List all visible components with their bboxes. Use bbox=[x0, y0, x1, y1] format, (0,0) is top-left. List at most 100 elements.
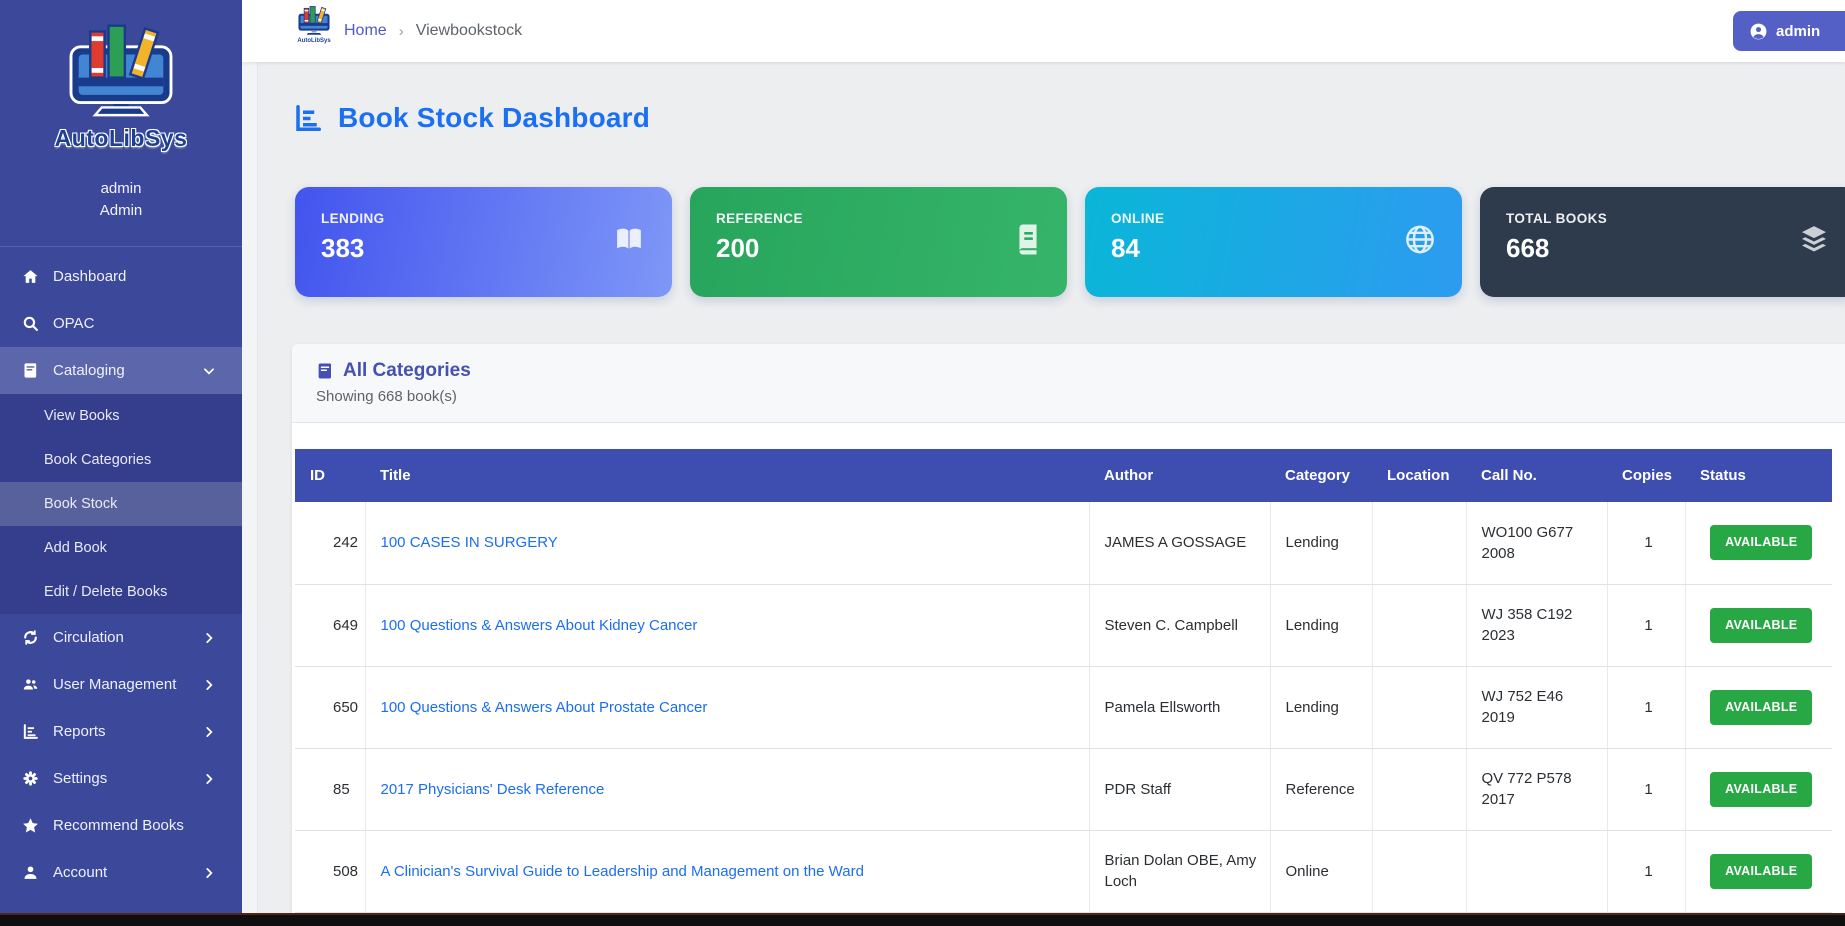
cell-copies: 1 bbox=[1607, 502, 1685, 584]
stat-card-total-books[interactable]: TOTAL BOOKS 668 bbox=[1480, 187, 1845, 297]
book-icon bbox=[316, 362, 334, 380]
sidebar-item-user-management[interactable]: User Management bbox=[0, 661, 242, 708]
cell-location bbox=[1372, 666, 1466, 748]
stat-card-online[interactable]: ONLINE 84 bbox=[1085, 187, 1462, 297]
app-name: AutoLibSys bbox=[0, 125, 242, 152]
column-header-title: Title bbox=[365, 449, 1089, 502]
table-row: 649 100 Questions & Answers About Kidney… bbox=[295, 584, 1832, 666]
users-icon bbox=[22, 676, 39, 693]
cell-location bbox=[1372, 584, 1466, 666]
admin-button-label: admin bbox=[1776, 23, 1820, 40]
cell-category: Lending bbox=[1270, 666, 1372, 748]
book-title-link[interactable]: 100 Questions & Answers About Kidney Can… bbox=[381, 617, 698, 634]
column-header-category: Category bbox=[1270, 449, 1372, 502]
status-badge[interactable]: AVAILABLE bbox=[1710, 854, 1812, 889]
stat-value: 200 bbox=[716, 233, 1041, 264]
breadcrumb-logo: AutoLibSys bbox=[288, 4, 340, 44]
sidebar-item-dashboard[interactable]: Dashboard bbox=[0, 253, 242, 300]
cell-author: PDR Staff bbox=[1089, 748, 1270, 830]
dashboard-chart-icon bbox=[293, 103, 323, 133]
cell-call-no: WJ 752 E46 2019 bbox=[1466, 666, 1607, 748]
chevron-right-icon bbox=[202, 772, 216, 786]
table-row: 508 A Clinician's Survival Guide to Lead… bbox=[295, 830, 1832, 912]
user-circle-icon bbox=[1749, 22, 1768, 41]
sidebar-item-book-categories[interactable]: Book Categories bbox=[0, 438, 242, 482]
panel-header: All Categories Showing 668 book(s) bbox=[292, 344, 1845, 423]
sidebar-item-view-books[interactable]: View Books bbox=[0, 394, 242, 438]
sidebar-item-edit-delete-books[interactable]: Edit / Delete Books bbox=[0, 570, 242, 614]
sub-item-label: Add Book bbox=[44, 540, 107, 556]
column-header-copies: Copies bbox=[1607, 449, 1685, 502]
table-row: 85 2017 Physicians' Desk Reference PDR S… bbox=[295, 748, 1832, 830]
sidebar-item-book-stock[interactable]: Book Stock bbox=[0, 482, 242, 526]
search-icon bbox=[22, 315, 39, 332]
column-header-author: Author bbox=[1089, 449, 1270, 502]
stat-card-lending[interactable]: LENDING 383 bbox=[295, 187, 672, 297]
book-title-link[interactable]: A Clinician's Survival Guide to Leadersh… bbox=[381, 863, 864, 880]
sidebar-item-cataloging[interactable]: Cataloging bbox=[0, 347, 242, 394]
sub-item-label: Book Stock bbox=[44, 496, 117, 512]
sidebar-profile: admin Admin bbox=[0, 178, 242, 222]
sidebar-item-label: User Management bbox=[53, 676, 176, 693]
section-title: All Categories bbox=[343, 360, 471, 382]
gear-icon bbox=[22, 770, 39, 787]
status-badge[interactable]: AVAILABLE bbox=[1710, 772, 1812, 807]
sub-item-label: Edit / Delete Books bbox=[44, 584, 167, 600]
cell-copies: 1 bbox=[1607, 830, 1685, 912]
chevron-right-icon bbox=[202, 678, 216, 692]
sidebar-item-opac[interactable]: OPAC bbox=[0, 300, 242, 347]
stat-card-reference[interactable]: REFERENCE 200 bbox=[690, 187, 1067, 297]
stat-label: ONLINE bbox=[1111, 211, 1436, 226]
column-header-id: ID bbox=[295, 449, 365, 502]
top-bar: AutoLibSys Home › Viewbookstock admin bbox=[242, 0, 1845, 62]
cell-category: Lending bbox=[1270, 584, 1372, 666]
stat-value: 84 bbox=[1111, 233, 1436, 264]
sidebar-item-add-book[interactable]: Add Book bbox=[0, 526, 242, 570]
admin-menu-button[interactable]: admin bbox=[1733, 11, 1845, 51]
sidebar-item-label: Recommend Books bbox=[53, 817, 184, 834]
home-icon bbox=[22, 268, 39, 285]
stat-label: REFERENCE bbox=[716, 211, 1041, 226]
breadcrumb-home-link[interactable]: Home bbox=[344, 22, 387, 40]
column-header-status: Status bbox=[1685, 449, 1832, 502]
sidebar-item-label: Reports bbox=[53, 723, 106, 740]
cell-call-no: WJ 358 C192 2023 bbox=[1466, 584, 1607, 666]
stat-cards-row: LENDING 383 REFERENCE 200 ONLINE 84 TOTA… bbox=[295, 187, 1845, 297]
status-badge[interactable]: AVAILABLE bbox=[1710, 525, 1812, 560]
cell-copies: 1 bbox=[1607, 748, 1685, 830]
stat-value: 668 bbox=[1506, 233, 1831, 264]
book-title-link[interactable]: 100 Questions & Answers About Prostate C… bbox=[381, 699, 708, 716]
star-icon bbox=[22, 817, 39, 834]
panel-title-row: All Categories bbox=[316, 360, 1845, 382]
breadcrumb-current: Viewbookstock bbox=[416, 22, 522, 40]
sidebar-item-label: Settings bbox=[53, 770, 107, 787]
cell-location bbox=[1372, 748, 1466, 830]
status-badge[interactable]: AVAILABLE bbox=[1710, 608, 1812, 643]
closed-book-icon bbox=[1015, 225, 1041, 260]
book-title-link[interactable]: 2017 Physicians' Desk Reference bbox=[381, 781, 605, 798]
stat-value: 383 bbox=[321, 233, 646, 264]
cell-category: Lending bbox=[1270, 502, 1372, 584]
cell-copies: 1 bbox=[1607, 666, 1685, 748]
cell-call-no: QV 772 P578 2017 bbox=[1466, 748, 1607, 830]
panel-body: ID Title Author Category Location Call N… bbox=[292, 423, 1845, 913]
open-book-icon bbox=[612, 225, 646, 260]
sidebar-item-label: Circulation bbox=[53, 629, 124, 646]
cell-id: 649 bbox=[295, 584, 365, 666]
status-badge[interactable]: AVAILABLE bbox=[1710, 690, 1812, 725]
cell-id: 242 bbox=[295, 502, 365, 584]
sidebar-item-label: Account bbox=[53, 864, 107, 881]
book-title-link[interactable]: 100 CASES IN SURGERY bbox=[381, 534, 558, 551]
sidebar-item-settings[interactable]: Settings bbox=[0, 755, 242, 802]
cell-location bbox=[1372, 502, 1466, 584]
cell-author: Steven C. Campbell bbox=[1089, 584, 1270, 666]
breadcrumb: Home › Viewbookstock bbox=[344, 0, 522, 62]
cataloging-submenu: View Books Book Categories Book Stock Ad… bbox=[0, 394, 242, 614]
sidebar-item-reports[interactable]: Reports bbox=[0, 708, 242, 755]
profile-username: admin bbox=[0, 178, 242, 200]
sidebar-item-recommend-books[interactable]: Recommend Books bbox=[0, 802, 242, 849]
mini-logo-text: AutoLibSys bbox=[288, 38, 340, 44]
sidebar: AutoLibSys admin Admin Dashboard OPAC Ca… bbox=[0, 0, 242, 926]
sidebar-item-circulation[interactable]: Circulation bbox=[0, 614, 242, 661]
sidebar-item-account[interactable]: Account bbox=[0, 849, 242, 896]
